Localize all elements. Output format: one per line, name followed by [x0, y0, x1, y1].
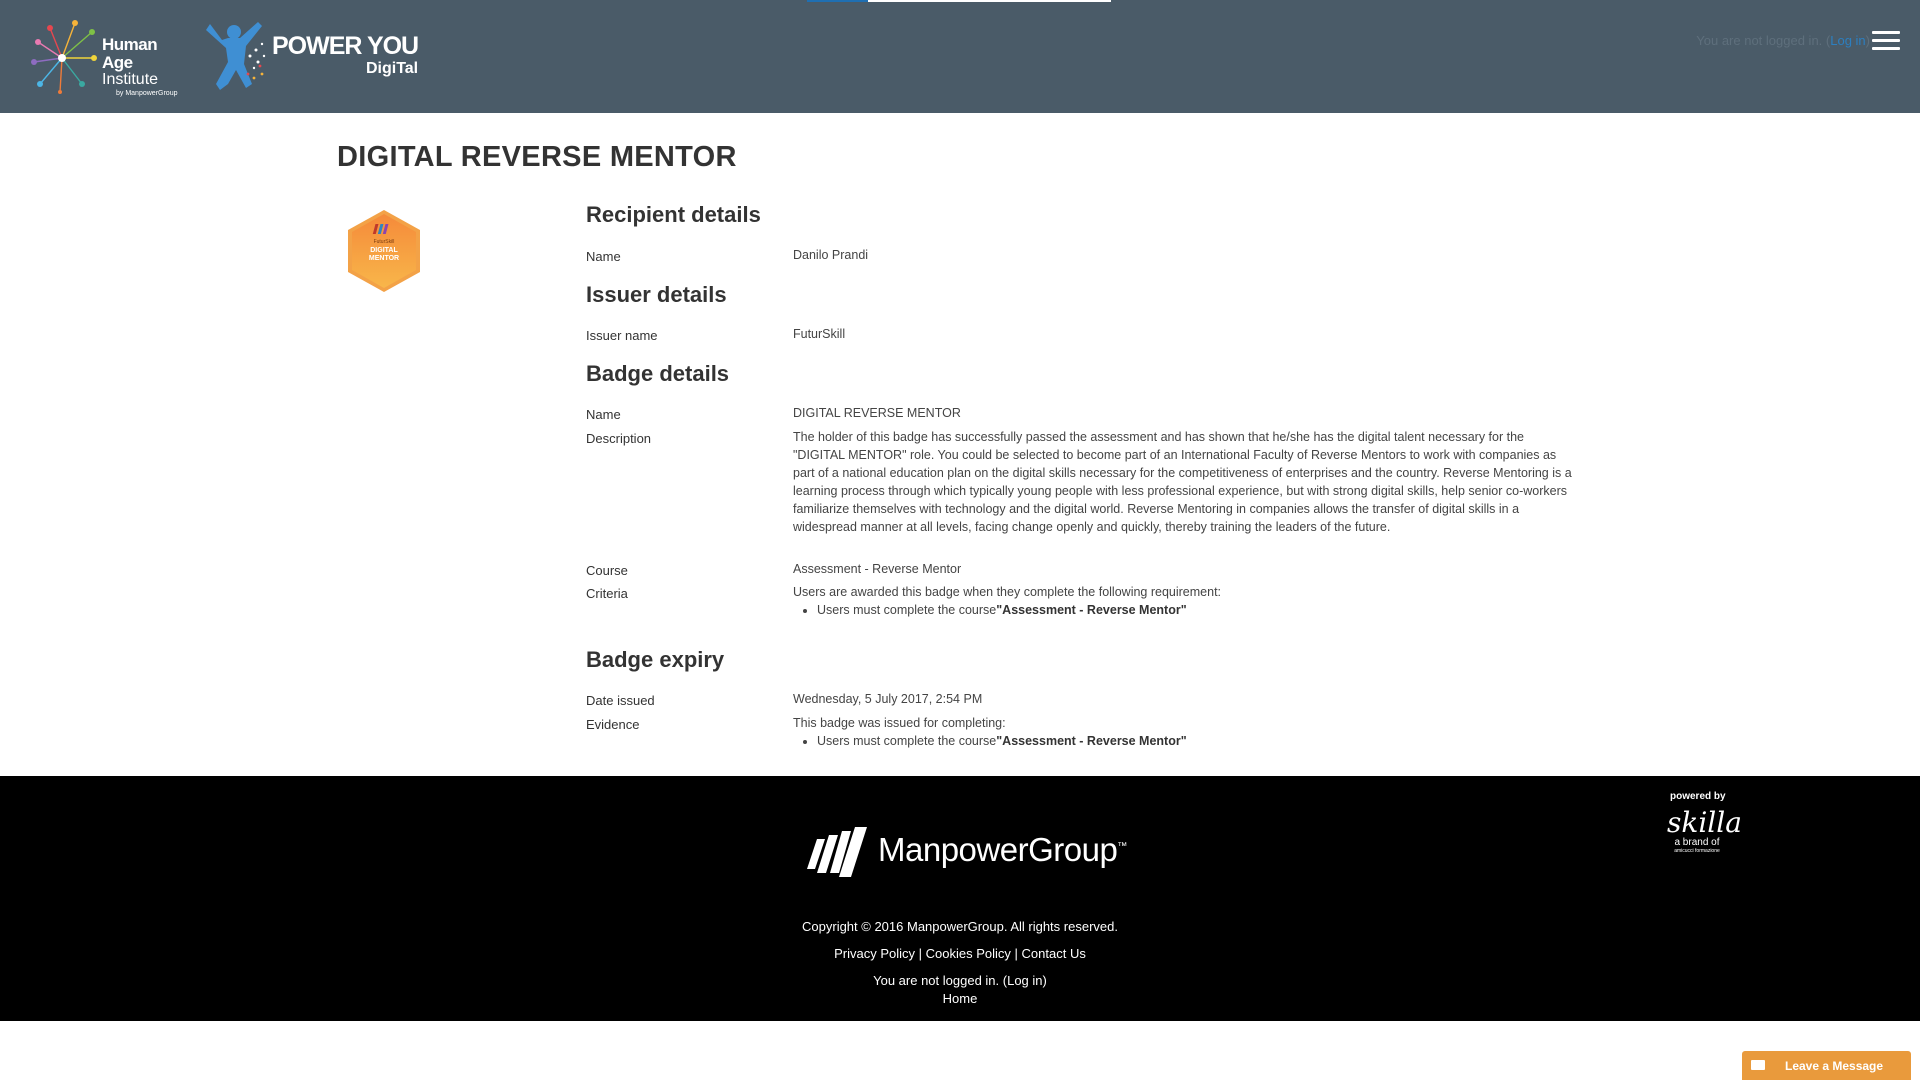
header-login-prefix: You are not logged in. (: [1696, 33, 1831, 48]
date-issued-label: Date issued: [586, 693, 655, 708]
page-title: DIGITAL REVERSE MENTOR: [337, 141, 737, 173]
recipient-name-value: Danilo Prandi: [793, 248, 869, 262]
issuer-details-heading: Issuer details: [586, 282, 727, 307]
badge-name-value: DIGITAL REVERSE MENTOR: [793, 406, 961, 420]
badge-image-line3: MENTOR: [369, 255, 399, 262]
skilla-logo[interactable]: skilla a brand of amicucci formazione: [1667, 806, 1742, 864]
badge-image-line2: DIGITAL: [370, 247, 398, 254]
human-age-burst-icon: [31, 20, 97, 94]
manpowergroup-wordmark: ManpowerGroup™: [878, 831, 1127, 869]
issuer-name-label: Issuer name: [586, 328, 658, 343]
privacy-policy-link[interactable]: Privacy Policy: [834, 946, 915, 961]
skilla-name: skilla: [1667, 806, 1742, 839]
evidence-list-item: Users must complete the course"Assessmen…: [817, 732, 1187, 750]
skilla-sub: a brand of: [1674, 837, 1720, 848]
manpowergroup-brand: ManpowerGroup: [878, 831, 1118, 868]
footer-login-status: You are not logged in. (Log in): [0, 973, 1920, 988]
criteria-list: Users must complete the course"Assessmen…: [817, 601, 1221, 619]
badge-expiry-heading: Badge expiry: [586, 647, 725, 672]
site-header: Human Age Institute by ManpowerGroup POW…: [0, 0, 1920, 113]
badge-criteria-label: Criteria: [586, 586, 628, 601]
badge-name-label: Name: [586, 407, 621, 422]
manpowergroup-stripes-icon: [807, 827, 867, 877]
manpowergroup-logo[interactable]: ManpowerGroup™: [805, 823, 1127, 883]
power-you-logo-line1: POWER YOU: [272, 32, 419, 60]
footer-login-suffix: ): [1042, 973, 1047, 988]
home-link[interactable]: Home: [943, 991, 978, 1006]
badge-image: FuturSkill DIGITAL MENTOR: [344, 208, 424, 294]
hai-logo-line2: Institute: [102, 71, 159, 88]
evidence-intro: This badge was issued for completing:: [793, 716, 1006, 730]
page-load-progress: [807, 0, 1111, 2]
site-footer: ManpowerGroup™ powered by skilla a brand…: [0, 776, 1920, 1021]
badge-criteria-value: Users are awarded this badge when they c…: [793, 583, 1221, 619]
badge-description-label: Description: [586, 431, 652, 446]
recipient-details-heading: Recipient details: [586, 202, 761, 227]
evidence-value: This badge was issued for completing: Us…: [793, 714, 1187, 750]
footer-login-link[interactable]: Log in: [1007, 973, 1042, 988]
hexagon-badge-icon: FuturSkill DIGITAL MENTOR: [348, 210, 420, 292]
date-issued-value: Wednesday, 5 July 2017, 2:54 PM: [793, 692, 983, 706]
footer-login-prefix: You are not logged in. (: [873, 973, 1008, 988]
criteria-intro: Users are awarded this badge when they c…: [793, 585, 1222, 599]
leave-message-button[interactable]: Leave a Message: [1742, 1051, 1911, 1080]
recipient-name-label: Name: [586, 249, 621, 264]
header-login-link[interactable]: Log in: [1830, 33, 1865, 48]
criteria-item-course: "Assessment - Reverse Mentor": [996, 603, 1187, 617]
cookies-policy-link[interactable]: Cookies Policy: [926, 946, 1011, 961]
footer-links: Privacy Policy | Cookies Policy | Contac…: [0, 946, 1920, 961]
footer-home: Home: [0, 991, 1920, 1006]
hamburger-menu-icon[interactable]: [1872, 31, 1900, 51]
evidence-label: Evidence: [586, 717, 640, 732]
badge-course-value: Assessment - Reverse Mentor: [793, 562, 962, 576]
leave-message-label: Leave a Message: [1785, 1059, 1884, 1073]
criteria-list-item: Users must complete the course"Assessmen…: [817, 601, 1221, 619]
manpowergroup-trademark: ™: [1117, 841, 1127, 852]
power-you-digital-logo[interactable]: POWER YOU DigiTal: [200, 18, 420, 94]
evidence-item-course: "Assessment - Reverse Mentor": [996, 734, 1187, 748]
powered-by-label: powered by: [1670, 791, 1726, 802]
evidence-item-prefix: Users must complete the course: [817, 734, 997, 748]
human-age-institute-logo[interactable]: Human Age Institute by ManpowerGroup: [30, 18, 185, 97]
badge-details-heading: Badge details: [586, 361, 730, 386]
contact-us-link[interactable]: Contact Us: [1022, 946, 1086, 961]
footer-separator: |: [1010, 946, 1022, 961]
badge-course-label: Course: [586, 563, 628, 578]
footer-separator: |: [915, 946, 926, 961]
footer-copyright: Copyright © 2016 ManpowerGroup. All righ…: [802, 919, 1118, 934]
badge-image-line1: FuturSkill: [374, 239, 395, 245]
hai-logo-line3: by ManpowerGroup: [116, 90, 178, 97]
page-load-progress-fill: [807, 0, 868, 2]
header-login-suffix: ): [1865, 33, 1870, 48]
header-login-status: You are not logged in. (Log in): [1696, 33, 1870, 48]
jumping-person-icon: [206, 22, 266, 90]
skilla-sub2: amicucci formazione: [1674, 848, 1720, 854]
criteria-item-prefix: Users must complete the course: [817, 603, 997, 617]
issuer-name-value: FuturSkill: [793, 327, 846, 341]
envelope-icon: [1751, 1060, 1765, 1070]
evidence-list: Users must complete the course"Assessmen…: [817, 732, 1187, 750]
badge-description-value: The holder of this badge has successfull…: [793, 430, 1572, 534]
power-you-logo-line2: DigiTal: [365, 60, 419, 77]
hai-logo-line1: Human Age: [102, 35, 158, 72]
